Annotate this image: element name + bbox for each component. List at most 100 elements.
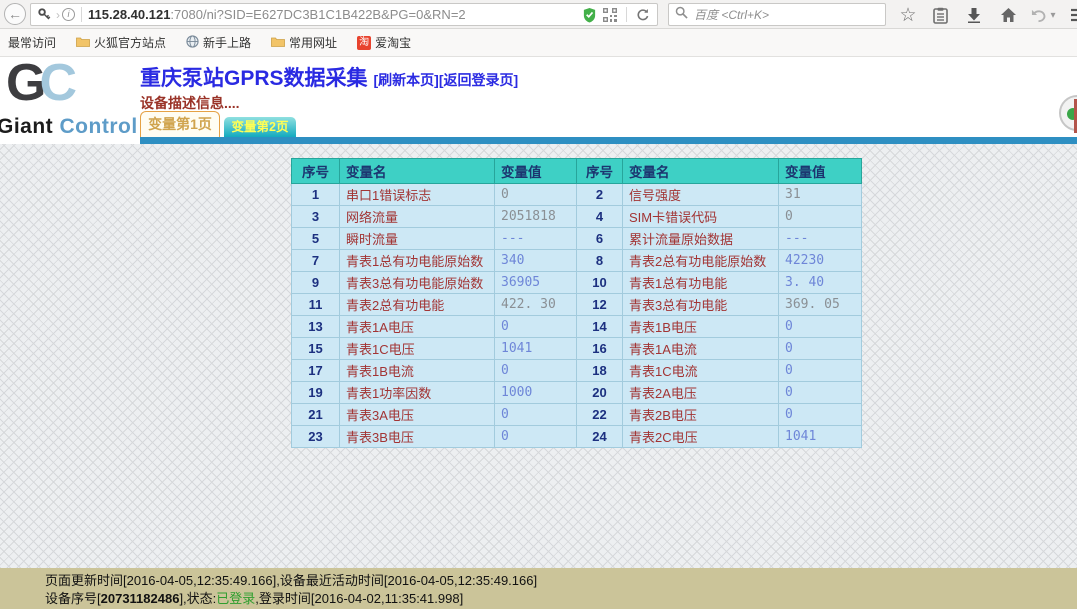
site-header: GC Giant Control 重庆泵站GPRS数据采集[刷新本页][返回登录… — [0, 57, 1077, 144]
info-icon[interactable]: i — [62, 8, 75, 21]
table-row: 3网络流量20518184SIM卡错误代码0 — [292, 206, 862, 228]
bookmarks-menu-icon[interactable] — [928, 4, 952, 26]
cell-variable-name: 青表1C电流 — [623, 360, 779, 382]
search-input[interactable]: 百度 <Ctrl+K> — [668, 3, 886, 26]
cell-variable-value: 0 — [779, 206, 862, 228]
cell-seq: 9 — [292, 272, 340, 294]
qr-code-icon[interactable] — [603, 8, 617, 22]
cell-variable-value: 0 — [495, 184, 577, 206]
logo-gc: GC — [6, 53, 70, 113]
downloads-icon[interactable] — [962, 4, 986, 26]
table-header-row: 序号 变量名 变量值 序号 变量名 变量值 — [292, 159, 862, 184]
bookmark-getting-started[interactable]: 新手上路 — [186, 34, 251, 51]
cell-seq: 17 — [292, 360, 340, 382]
bookmark-label: 新手上路 — [203, 34, 251, 51]
cell-variable-name: 青表2总有功电能 — [340, 294, 495, 316]
table-row: 15青表1C电压104116青表1A电流0 — [292, 338, 862, 360]
back-button[interactable]: ← — [4, 3, 26, 25]
cell-variable-value: --- — [779, 228, 862, 250]
search-placeholder: 百度 <Ctrl+K> — [694, 6, 769, 23]
bookmark-label: 爱淘宝 — [375, 34, 411, 51]
tab-variables-page1[interactable]: 变量第1页 — [140, 111, 220, 137]
dropdown-caret-icon[interactable]: ▾ — [1046, 4, 1060, 26]
table-row: 9青表3总有功电能原始数3690510青表1总有功电能3. 40 — [292, 272, 862, 294]
table-row: 21青表3A电压022青表2B电压0 — [292, 404, 862, 426]
col-header-name: 变量名 — [623, 159, 779, 184]
bookmark-label: 最常访问 — [8, 34, 56, 51]
bookmark-aitaobao[interactable]: 淘 爱淘宝 — [357, 34, 411, 51]
url-text[interactable]: 115.28.40.121:7080/ni?SID=E627DC3B1C1B42… — [88, 7, 466, 22]
cell-variable-name: 青表3B电压 — [340, 426, 495, 448]
cell-variable-name: 青表3总有功电能原始数 — [340, 272, 495, 294]
cell-variable-value: 0 — [495, 360, 577, 382]
globe-icon — [186, 35, 199, 51]
cell-seq: 23 — [292, 426, 340, 448]
reload-icon[interactable] — [636, 8, 650, 22]
bookmark-common-urls[interactable]: 常用网址 — [271, 34, 337, 51]
divider — [626, 7, 627, 22]
table-row: 5瞬时流量---6累计流量原始数据--- — [292, 228, 862, 250]
cell-variable-name: 青表1B电流 — [340, 360, 495, 382]
cell-variable-value: 0 — [779, 382, 862, 404]
login-status: 已登录 — [216, 591, 255, 606]
cell-seq: 13 — [292, 316, 340, 338]
col-header-seq: 序号 — [577, 159, 623, 184]
cell-variable-name: 青表3总有功电能 — [623, 294, 779, 316]
logo-wordmark: Giant Control — [0, 115, 138, 139]
refresh-page-link[interactable]: [刷新本页] — [374, 72, 439, 88]
cell-seq: 24 — [577, 426, 623, 448]
back-to-login-link[interactable]: [返回登录页] — [439, 72, 518, 88]
col-header-name: 变量名 — [340, 159, 495, 184]
cell-seq: 3 — [292, 206, 340, 228]
cell-seq: 20 — [577, 382, 623, 404]
table-row: 13青表1A电压014青表1B电压0 — [292, 316, 862, 338]
address-bar[interactable]: › i 115.28.40.121:7080/ni?SID=E627DC3B1C… — [30, 3, 658, 26]
cell-seq: 19 — [292, 382, 340, 404]
cell-variable-value: 369. 05 — [779, 294, 862, 316]
cell-seq: 8 — [577, 250, 623, 272]
menu-icon[interactable] — [1066, 4, 1077, 26]
tab-variables-page2[interactable]: 变量第2页 — [224, 117, 296, 137]
table-row: 23青表3B电压024青表2C电压1041 — [292, 426, 862, 448]
home-icon[interactable] — [996, 4, 1020, 26]
cell-variable-name: 青表2总有功电能原始数 — [623, 250, 779, 272]
cell-variable-name: 信号强度 — [623, 184, 779, 206]
cell-seq: 15 — [292, 338, 340, 360]
folder-icon — [271, 36, 285, 50]
cell-variable-name: 瞬时流量 — [340, 228, 495, 250]
cell-variable-name: 累计流量原始数据 — [623, 228, 779, 250]
bookmark-firefox-official[interactable]: 火狐官方站点 — [76, 34, 166, 51]
variables-table: 序号 变量名 变量值 序号 变量名 变量值 1串口1错误标志02信号强度313网… — [291, 158, 862, 448]
cell-variable-name: 青表1C电压 — [340, 338, 495, 360]
cell-variable-name: 青表2C电压 — [623, 426, 779, 448]
cell-variable-value: 0 — [779, 360, 862, 382]
bookmark-most-visited[interactable]: 最常访问 — [8, 34, 56, 51]
cell-variable-name: 青表3A电压 — [340, 404, 495, 426]
key-icon[interactable] — [38, 8, 51, 21]
cell-variable-value: 0 — [779, 404, 862, 426]
status-footer: 页面更新时间[2016-04-05,12:35:49.166],设备最近活动时间… — [0, 568, 1077, 609]
divider — [81, 7, 82, 22]
cell-variable-value: 340 — [495, 250, 577, 272]
cell-variable-value: 3. 40 — [779, 272, 862, 294]
shield-check-icon[interactable] — [582, 7, 597, 23]
taobao-icon: 淘 — [357, 36, 371, 50]
cell-variable-value: 422. 30 — [495, 294, 577, 316]
cell-seq: 7 — [292, 250, 340, 272]
cell-variable-value: 31 — [779, 184, 862, 206]
cell-seq: 21 — [292, 404, 340, 426]
cell-variable-name: 青表1总有功电能原始数 — [340, 250, 495, 272]
footer-line2: 设备序号[20731182486],状态:已登录,登录时间[2016-04-02… — [45, 590, 1077, 608]
browser-toolbar: ← › i 115.28.40.121:7080/ni?SID=E627DC3B… — [0, 0, 1077, 29]
footer-line1: 页面更新时间[2016-04-05,12:35:49.166],设备最近活动时间… — [45, 572, 1077, 590]
cell-variable-value: 42230 — [779, 250, 862, 272]
bookmark-star-icon[interactable]: ☆ — [896, 4, 920, 26]
col-header-seq: 序号 — [292, 159, 340, 184]
cell-variable-value: 0 — [779, 338, 862, 360]
table-row: 19青表1功率因数100020青表2A电压0 — [292, 382, 862, 404]
cell-seq: 5 — [292, 228, 340, 250]
cell-seq: 22 — [577, 404, 623, 426]
bookmark-label: 常用网址 — [289, 34, 337, 51]
table-row: 1串口1错误标志02信号强度31 — [292, 184, 862, 206]
cell-seq: 1 — [292, 184, 340, 206]
